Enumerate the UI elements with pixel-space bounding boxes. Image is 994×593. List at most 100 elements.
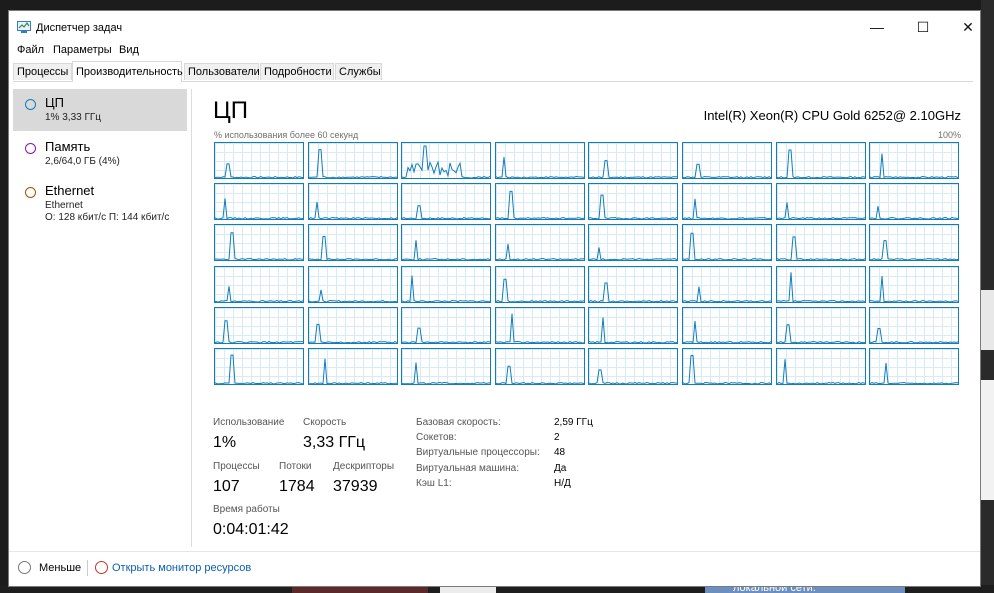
cpu-core-graph bbox=[588, 307, 678, 344]
menu-bar: Файл Параметры Вид bbox=[9, 41, 980, 61]
cpu-core-graph bbox=[401, 266, 491, 303]
cpu-core-graph bbox=[869, 266, 959, 303]
usage-polyline bbox=[683, 355, 771, 384]
processes-value: 107 bbox=[213, 478, 240, 495]
cpu-core-usage-line bbox=[683, 163, 771, 178]
cpu-core-graph bbox=[401, 307, 491, 344]
cpu-core-graph bbox=[495, 307, 585, 344]
menu-options[interactable]: Параметры bbox=[53, 44, 112, 56]
open-resource-monitor-link[interactable]: Открыть монитор ресурсов bbox=[112, 562, 251, 574]
logical-processor-graphs[interactable] bbox=[214, 142, 960, 387]
cpu-core-graph bbox=[495, 348, 585, 385]
cpu-core-usage-line bbox=[496, 365, 584, 384]
sidebar-item-title: Память bbox=[45, 139, 91, 154]
menu-view[interactable]: Вид bbox=[119, 44, 139, 56]
chevron-up-icon[interactable] bbox=[18, 561, 31, 574]
cpu-core-usage-line bbox=[402, 327, 490, 343]
cpu-core-graph bbox=[776, 266, 866, 303]
usage-polyline bbox=[870, 206, 958, 219]
sidebar-item-subtitle: Ethernet bbox=[45, 200, 83, 211]
cpu-core-graph bbox=[214, 266, 304, 303]
maximize-button[interactable]: ☐ bbox=[908, 19, 938, 37]
cpu-core-graph bbox=[401, 348, 491, 385]
cpu-core-graph bbox=[308, 307, 398, 344]
handles-value: 37939 bbox=[333, 478, 378, 495]
cpu-core-usage-line bbox=[309, 236, 397, 260]
cpu-core-graph bbox=[495, 183, 585, 220]
close-button[interactable]: ✕ bbox=[953, 19, 983, 37]
usage-polyline bbox=[777, 236, 865, 260]
cpu-core-usage-line bbox=[589, 282, 677, 302]
cpu-core-usage-line bbox=[496, 313, 584, 343]
usage-polyline bbox=[309, 358, 397, 384]
cpu-core-usage-line bbox=[589, 194, 677, 219]
ethernet-ring-icon bbox=[25, 187, 36, 198]
usage-polyline bbox=[683, 286, 771, 302]
cpu-core-usage-line bbox=[683, 321, 771, 343]
resource-monitor-icon[interactable] bbox=[95, 561, 108, 574]
cpu-core-graph bbox=[308, 142, 398, 179]
cpu-core-usage-line bbox=[870, 362, 958, 384]
cpu-core-usage-line bbox=[215, 354, 303, 384]
cpu-ring-icon bbox=[25, 99, 36, 110]
cpu-core-graph bbox=[869, 142, 959, 179]
processes-label: Процессы bbox=[213, 461, 260, 472]
tab-processes[interactable]: Процессы bbox=[13, 63, 72, 80]
usage-polyline bbox=[402, 145, 490, 178]
usage-polyline bbox=[215, 354, 303, 384]
base-speed-value: 2,59 ГГц bbox=[554, 417, 593, 428]
cpu-core-graph bbox=[495, 224, 585, 261]
usage-polyline bbox=[402, 362, 490, 384]
cpu-core-usage-line bbox=[309, 289, 397, 302]
cpu-core-usage-line bbox=[215, 286, 303, 302]
tab-details[interactable]: Подробности bbox=[260, 63, 334, 80]
background-window-edge bbox=[981, 0, 994, 585]
memory-ring-icon bbox=[25, 143, 36, 154]
cpu-core-usage-line bbox=[402, 145, 490, 178]
usage-polyline bbox=[870, 328, 958, 343]
usage-polyline bbox=[496, 243, 584, 260]
cpu-core-usage-line bbox=[215, 198, 303, 219]
page-title: ЦП bbox=[213, 97, 249, 124]
cpu-core-graph bbox=[214, 183, 304, 220]
speed-label: Скорость bbox=[303, 417, 347, 428]
cpu-core-usage-line bbox=[402, 362, 490, 384]
minimize-button[interactable]: — bbox=[862, 19, 892, 37]
tab-performance[interactable]: Производительность bbox=[72, 61, 183, 82]
cpu-model: Intel(R) Xeon(R) CPU Gold 6252@ 2.10GHz bbox=[703, 108, 961, 123]
task-manager-icon bbox=[17, 21, 31, 33]
cpu-core-graph bbox=[214, 348, 304, 385]
sidebar-item-memory[interactable]: Память 2,6/64,0 ГБ (4%) bbox=[13, 133, 187, 175]
fewer-details-button[interactable]: Меньше bbox=[39, 562, 81, 574]
cpu-core-graph bbox=[495, 266, 585, 303]
usage-polyline bbox=[215, 232, 303, 260]
cpu-core-usage-line bbox=[870, 328, 958, 343]
title-bar[interactable]: Диспетчер задач — ☐ ✕ bbox=[9, 11, 980, 41]
usage-polyline bbox=[496, 365, 584, 384]
usage-polyline bbox=[215, 163, 303, 178]
usage-polyline bbox=[215, 320, 303, 343]
cpu-core-usage-line bbox=[309, 358, 397, 384]
cpu-core-graph bbox=[588, 348, 678, 385]
usage-polyline bbox=[309, 201, 397, 219]
cpu-core-graph bbox=[588, 266, 678, 303]
menu-file[interactable]: Файл bbox=[17, 44, 44, 56]
usage-polyline bbox=[589, 317, 677, 343]
usage-value: 1% bbox=[213, 434, 237, 451]
cpu-core-usage-line bbox=[496, 190, 584, 219]
base-speed-label: Базовая скорость: bbox=[416, 417, 501, 428]
cpu-core-graph bbox=[682, 307, 772, 344]
usage-polyline bbox=[589, 282, 677, 302]
sidebar-item-cpu[interactable]: ЦП 1% 3,33 ГГц bbox=[13, 89, 187, 131]
tab-services[interactable]: Службы bbox=[335, 63, 382, 80]
cpu-core-graph bbox=[776, 142, 866, 179]
cpu-core-usage-line bbox=[870, 206, 958, 219]
usage-polyline bbox=[777, 324, 865, 343]
sidebar-item-ethernet[interactable]: Ethernet Ethernet О: 128 кбит/с П: 144 к… bbox=[13, 177, 187, 229]
tab-users[interactable]: Пользователи bbox=[184, 63, 260, 80]
cpu-core-graph bbox=[776, 307, 866, 344]
usage-polyline bbox=[870, 153, 958, 178]
virtual-machine-label: Виртуальная машина: bbox=[416, 463, 519, 474]
footer-divider bbox=[87, 560, 88, 576]
sidebar-item-throughput: О: 128 кбит/с П: 144 кбит/с bbox=[45, 212, 170, 223]
